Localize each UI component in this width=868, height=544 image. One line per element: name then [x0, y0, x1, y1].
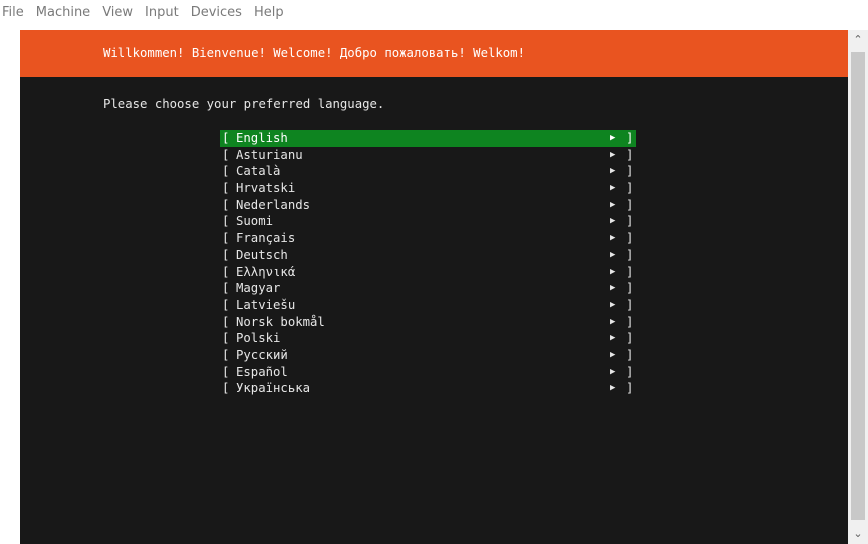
language-option[interactable]: [ Deutsch ▶] — [220, 247, 636, 264]
language-option[interactable]: [ Magyar ▶] — [220, 280, 636, 297]
play-arrow-icon: ▶ — [610, 333, 616, 344]
close-bracket: ] — [626, 197, 634, 212]
close-bracket: ] — [626, 181, 634, 196]
language-list: [ English ▶] [ Asturianu ▶] [ Català ▶] [ Hrvatski… — [220, 130, 636, 397]
installer-header: Willkommen! Bienvenue! Welcome! Добро по… — [20, 30, 848, 77]
language-name: Hrvatski — [236, 181, 296, 196]
language-option[interactable]: [ English ▶] — [220, 130, 636, 147]
vertical-scrollbar[interactable]: ⌃ ⌄ — [848, 30, 868, 544]
scroll-thumb[interactable] — [851, 52, 865, 520]
play-arrow-icon: ▶ — [610, 299, 616, 310]
open-bracket: [ — [222, 297, 230, 312]
close-bracket: ] — [626, 314, 634, 329]
menu-bar: File Machine View Input Devices Help — [0, 0, 868, 26]
open-bracket: [ — [222, 364, 230, 379]
open-bracket: [ — [222, 381, 230, 396]
menu-file[interactable]: File — [2, 0, 30, 26]
language-name: Asturianu — [236, 147, 303, 162]
language-option[interactable]: [ Català ▶] — [220, 163, 636, 180]
language-option[interactable]: [ Asturianu ▶] — [220, 147, 636, 164]
language-name: Français — [236, 231, 296, 246]
language-name: Nederlands — [236, 197, 311, 212]
close-bracket: ] — [626, 347, 634, 362]
close-bracket: ] — [626, 281, 634, 296]
play-arrow-icon: ▶ — [610, 316, 616, 327]
close-bracket: ] — [626, 214, 634, 229]
play-arrow-icon: ▶ — [610, 349, 616, 360]
open-bracket: [ — [222, 331, 230, 346]
menu-help[interactable]: Help — [248, 0, 290, 26]
language-prompt: Please choose your preferred language. — [103, 97, 385, 111]
open-bracket: [ — [222, 347, 230, 362]
language-name: Latviešu — [236, 297, 296, 312]
language-option[interactable]: [ Українська ▶] — [220, 380, 636, 397]
close-bracket: ] — [626, 247, 634, 262]
close-bracket: ] — [626, 331, 634, 346]
language-name: Ελληνικά — [236, 264, 296, 279]
menu-view[interactable]: View — [96, 0, 139, 26]
close-bracket: ] — [626, 147, 634, 162]
language-name: Deutsch — [236, 247, 288, 262]
welcome-title: Willkommen! Bienvenue! Welcome! Добро по… — [103, 46, 525, 60]
menu-input[interactable]: Input — [139, 0, 185, 26]
language-name: Norsk bokmål — [236, 314, 325, 329]
open-bracket: [ — [222, 147, 230, 162]
close-bracket: ] — [626, 264, 634, 279]
language-option[interactable]: [ Latviešu ▶] — [220, 297, 636, 314]
play-arrow-icon: ▶ — [610, 283, 616, 294]
play-arrow-icon: ▶ — [610, 266, 616, 277]
play-arrow-icon: ▶ — [610, 249, 616, 260]
language-option[interactable]: [ Français ▶] — [220, 230, 636, 247]
play-arrow-icon: ▶ — [610, 183, 616, 194]
language-name: Magyar — [236, 281, 281, 296]
chevron-down-icon[interactable]: ⌄ — [848, 524, 868, 544]
close-bracket: ] — [626, 297, 634, 312]
open-bracket: [ — [222, 214, 230, 229]
language-name: English — [236, 131, 288, 145]
language-option[interactable]: [ Suomi ▶] — [220, 213, 636, 230]
open-bracket: [ — [222, 281, 230, 296]
language-option[interactable]: [ Español ▶] — [220, 364, 636, 381]
language-option[interactable]: [ Русский ▶] — [220, 347, 636, 364]
open-bracket: [ — [222, 247, 230, 262]
close-bracket: ] — [626, 364, 634, 379]
language-name: Català — [236, 164, 281, 179]
open-bracket: [ — [222, 231, 230, 246]
open-bracket: [ — [222, 164, 230, 179]
play-arrow-icon: ▶ — [610, 366, 616, 377]
play-arrow-icon: ▶ — [610, 233, 616, 244]
language-name: Suomi — [236, 214, 274, 229]
language-name: Українська — [236, 381, 311, 396]
vm-screen[interactable]: Willkommen! Bienvenue! Welcome! Добро по… — [20, 30, 848, 544]
open-bracket: [ — [222, 314, 230, 329]
language-option[interactable]: [ Ελληνικά ▶] — [220, 264, 636, 281]
chevron-up-icon[interactable]: ⌃ — [848, 30, 868, 50]
open-bracket: [ — [222, 181, 230, 196]
close-bracket: ] — [626, 164, 634, 179]
play-arrow-icon: ▶ — [610, 383, 616, 394]
language-name: Español — [236, 364, 288, 379]
play-arrow-icon: ▶ — [610, 149, 616, 160]
open-bracket: [ — [222, 264, 230, 279]
language-name: Русский — [236, 347, 288, 362]
close-bracket: ] — [626, 131, 634, 145]
open-bracket: [ — [222, 197, 230, 212]
close-bracket: ] — [626, 381, 634, 396]
play-arrow-icon: ▶ — [610, 166, 616, 177]
language-option[interactable]: [ Norsk bokmål ▶] — [220, 314, 636, 331]
menu-devices[interactable]: Devices — [185, 0, 248, 26]
language-option[interactable]: [ Hrvatski ▶] — [220, 180, 636, 197]
play-arrow-icon: ▶ — [610, 133, 616, 143]
close-bracket: ] — [626, 231, 634, 246]
language-option[interactable]: [ Polski ▶] — [220, 330, 636, 347]
menu-machine[interactable]: Machine — [30, 0, 96, 26]
open-bracket: [ — [222, 131, 230, 145]
play-arrow-icon: ▶ — [610, 216, 616, 227]
language-name: Polski — [236, 331, 281, 346]
language-option[interactable]: [ Nederlands ▶] — [220, 197, 636, 214]
play-arrow-icon: ▶ — [610, 199, 616, 210]
